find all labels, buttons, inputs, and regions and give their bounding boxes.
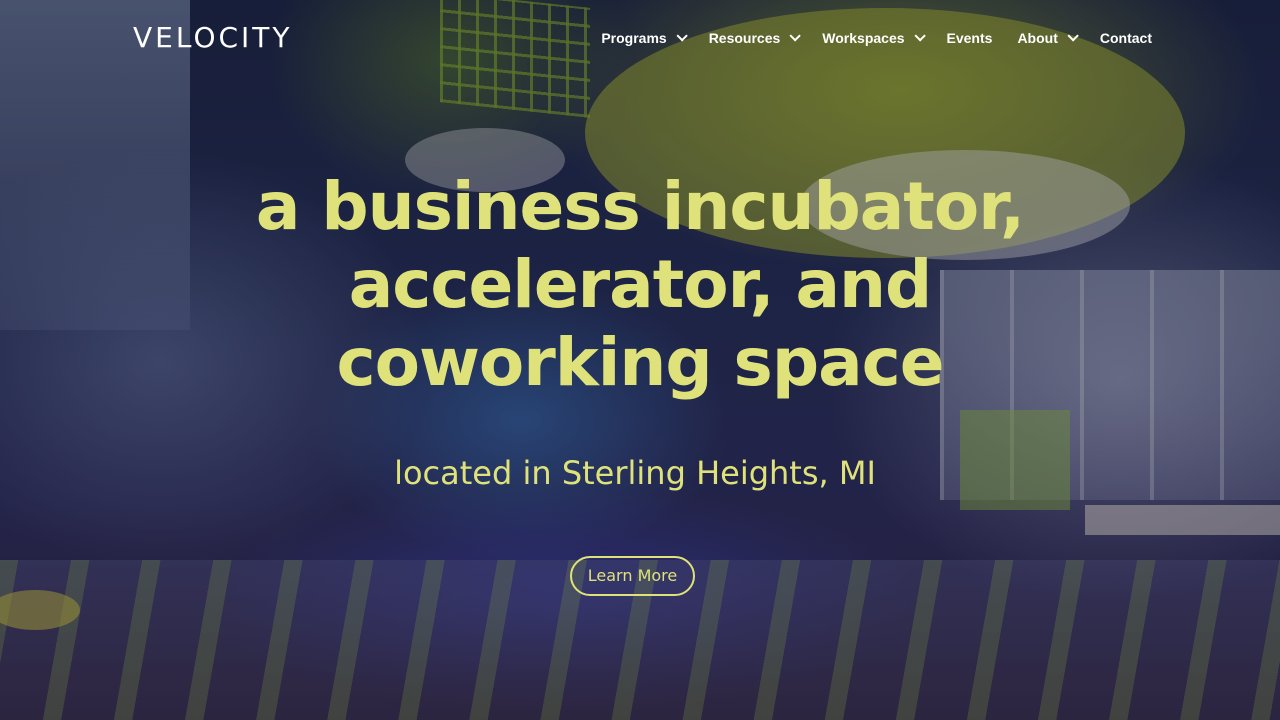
- nav-item-contact[interactable]: Contact: [1100, 28, 1152, 48]
- chevron-down-icon: [913, 30, 926, 42]
- nav-item-label: Resources: [708, 30, 781, 46]
- nav-item-label: Contact: [1099, 30, 1152, 46]
- nav-item-label: Programs: [601, 30, 667, 46]
- chevron-down-icon: [1067, 30, 1079, 42]
- hero-headline-line: coworking space: [336, 324, 944, 401]
- hero-headline: a business incubator, accelerator, and c…: [240, 168, 1040, 402]
- hero-section: VELOCITY Programs Resources Workspaces E…: [0, 0, 1280, 720]
- nav-item-label: Workspaces: [822, 30, 905, 46]
- nav-item-workspaces[interactable]: Workspaces: [822, 28, 926, 48]
- nav-item-about[interactable]: About: [1017, 28, 1079, 48]
- site-logo[interactable]: VELOCITY: [133, 22, 293, 54]
- nav-item-events[interactable]: Events: [947, 28, 993, 48]
- nav-item-label: About: [1017, 30, 1058, 46]
- learn-more-button[interactable]: Learn More: [570, 556, 695, 596]
- site-header: VELOCITY Programs Resources Workspaces E…: [0, 0, 1280, 76]
- nav-item-label: Events: [946, 30, 993, 46]
- main-nav: Programs Resources Workspaces Events Abo…: [601, 28, 1152, 48]
- nav-item-programs[interactable]: Programs: [601, 28, 688, 48]
- hero-subheadline: located in Sterling Heights, MI: [394, 454, 876, 492]
- hero-headline-line: a business incubator,: [255, 168, 1025, 245]
- hero-headline-line: accelerator, and: [348, 246, 933, 323]
- chevron-down-icon: [676, 30, 688, 42]
- chevron-down-icon: [789, 30, 802, 42]
- nav-item-resources[interactable]: Resources: [708, 28, 802, 48]
